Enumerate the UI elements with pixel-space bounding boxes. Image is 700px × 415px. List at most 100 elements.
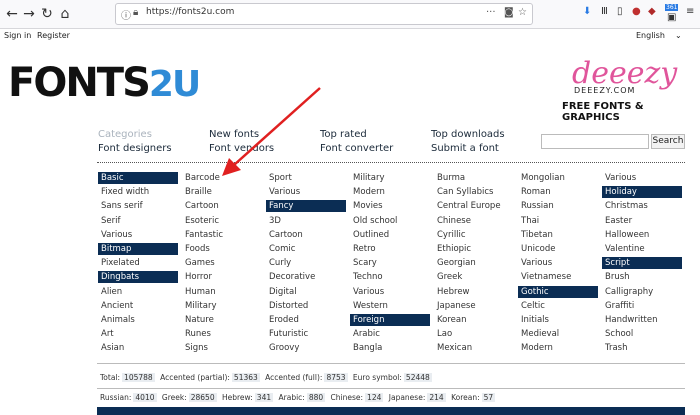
chevron-down-icon[interactable]: ⌄ [675, 31, 682, 40]
category-link[interactable]: Valentine [602, 243, 682, 255]
category-link[interactable]: Roman [518, 186, 598, 198]
category-link[interactable]: Trash [602, 342, 682, 354]
category-link[interactable]: Fancy [266, 200, 346, 213]
category-link[interactable]: Cyrillic [434, 229, 514, 241]
category-link[interactable]: Horror [182, 271, 262, 283]
nav-new-fonts[interactable]: New fonts [209, 129, 259, 140]
category-link[interactable]: Decorative [266, 271, 346, 283]
sign-in-link[interactable]: Sign in [4, 31, 31, 40]
category-link[interactable]: Art [98, 328, 178, 340]
category-link[interactable]: Signs [182, 342, 262, 354]
reload-button[interactable]: ↻ [38, 5, 56, 23]
category-link[interactable]: Techno [350, 271, 430, 283]
library-icon[interactable]: Ⅲ [601, 6, 608, 17]
category-link[interactable]: Unicode [518, 243, 598, 255]
category-link[interactable]: Celtic [518, 300, 598, 312]
category-link[interactable]: Hebrew [434, 286, 514, 298]
category-link[interactable]: Tibetan [518, 229, 598, 241]
category-link[interactable]: Cartoon [182, 200, 262, 212]
category-link[interactable]: Ethiopic [434, 243, 514, 255]
url-text[interactable]: https://fonts2u.com [146, 7, 234, 17]
search-input[interactable] [541, 134, 649, 149]
url-bar[interactable]: ⓘ 🔒︎ https://fonts2u.com ··· ◙ ☆ [115, 3, 533, 25]
category-link[interactable]: Distorted [266, 300, 346, 312]
nav-font-converter[interactable]: Font converter [320, 143, 393, 154]
category-link[interactable]: Bangla [350, 342, 430, 354]
category-link[interactable]: Alien [98, 286, 178, 298]
ad-tagline[interactable]: FREE FONTS & GRAPHICS [562, 101, 700, 123]
category-link[interactable]: 3D [266, 215, 346, 227]
category-link[interactable]: Sans serif [98, 200, 178, 212]
category-link[interactable]: Sport [266, 172, 346, 184]
category-link[interactable]: Barcode [182, 172, 262, 184]
category-link[interactable]: Scary [350, 257, 430, 269]
category-link[interactable]: Animals [98, 314, 178, 326]
category-link[interactable]: Various [602, 172, 682, 184]
nav-font-designers[interactable]: Font designers [98, 143, 172, 154]
category-link[interactable]: Dingbats [98, 271, 178, 284]
nav-font-vendors[interactable]: Font vendors [209, 143, 274, 154]
category-link[interactable]: Bitmap [98, 243, 178, 255]
category-link[interactable]: Fixed width [98, 186, 178, 198]
nav-top-rated[interactable]: Top rated [320, 129, 367, 140]
category-link[interactable]: Korean [434, 314, 514, 326]
category-link[interactable]: Greek [434, 271, 514, 283]
lock-icon[interactable]: 🔒︎ [133, 7, 138, 18]
category-link[interactable]: Modern [518, 342, 598, 354]
category-link[interactable]: Outlined [350, 229, 430, 241]
category-link[interactable]: Nature [182, 314, 262, 326]
category-link[interactable]: Comic [266, 243, 346, 255]
category-link[interactable]: Military [182, 300, 262, 312]
category-link[interactable]: Chinese [434, 215, 514, 227]
category-link[interactable]: Human [182, 286, 262, 298]
category-link[interactable]: Various [266, 186, 346, 198]
forward-button[interactable]: → [20, 5, 38, 23]
more-actions-icon[interactable]: ··· [486, 7, 496, 18]
category-link[interactable]: Futuristic [266, 328, 346, 340]
category-link[interactable]: Military [350, 172, 430, 184]
category-link[interactable]: Foods [182, 243, 262, 255]
category-link[interactable]: Gothic [518, 285, 598, 298]
category-link[interactable]: Various [350, 286, 430, 298]
category-link[interactable]: Brush [602, 271, 682, 283]
category-link[interactable]: Holiday [602, 186, 682, 199]
download-icon[interactable]: ⬇ [583, 6, 591, 17]
category-link[interactable]: Can Syllabics [434, 186, 514, 198]
shield-icon[interactable]: ◆ [648, 6, 656, 17]
category-link[interactable]: Christmas [602, 200, 682, 212]
category-link[interactable]: Georgian [434, 257, 514, 269]
search-button[interactable]: Search [651, 134, 685, 149]
category-link[interactable]: Script [602, 257, 682, 270]
category-link[interactable]: Mongolian [518, 172, 598, 184]
category-link[interactable]: Halloween [602, 229, 682, 241]
language-select[interactable]: English [636, 31, 665, 40]
category-link[interactable]: Asian [98, 342, 178, 354]
back-button[interactable]: ← [3, 5, 21, 23]
category-link[interactable]: Western [350, 300, 430, 312]
category-link[interactable]: Central Europe [434, 200, 514, 212]
category-link[interactable]: Initials [518, 314, 598, 326]
category-link[interactable]: Modern [350, 186, 430, 198]
category-link[interactable]: Various [518, 257, 598, 269]
site-logo[interactable]: FONTS2U [8, 60, 201, 106]
category-link[interactable]: Burma [434, 172, 514, 184]
category-link[interactable]: Lao [434, 328, 514, 340]
category-link[interactable]: Easter [602, 215, 682, 227]
nav-categories[interactable]: Categories [98, 129, 152, 140]
extension-icon[interactable]: ● [632, 6, 641, 17]
category-link[interactable]: Esoteric [182, 215, 262, 227]
category-link[interactable]: Ancient [98, 300, 178, 312]
category-link[interactable]: Braille [182, 186, 262, 198]
category-link[interactable]: Digital [266, 286, 346, 298]
category-link[interactable]: Vietnamese [518, 271, 598, 283]
home-button[interactable]: ⌂ [56, 5, 74, 23]
nav-submit-font[interactable]: Submit a font [431, 143, 499, 154]
category-link[interactable]: Thai [518, 215, 598, 227]
category-link[interactable]: Serif [98, 215, 178, 227]
category-link[interactable]: Foreign [350, 314, 430, 326]
extension-icon-2[interactable]: ▣ [667, 12, 676, 23]
category-link[interactable]: Arabic [350, 328, 430, 340]
register-link[interactable]: Register [37, 31, 70, 40]
category-link[interactable]: Japanese [434, 300, 514, 312]
category-link[interactable]: Mexican [434, 342, 514, 354]
